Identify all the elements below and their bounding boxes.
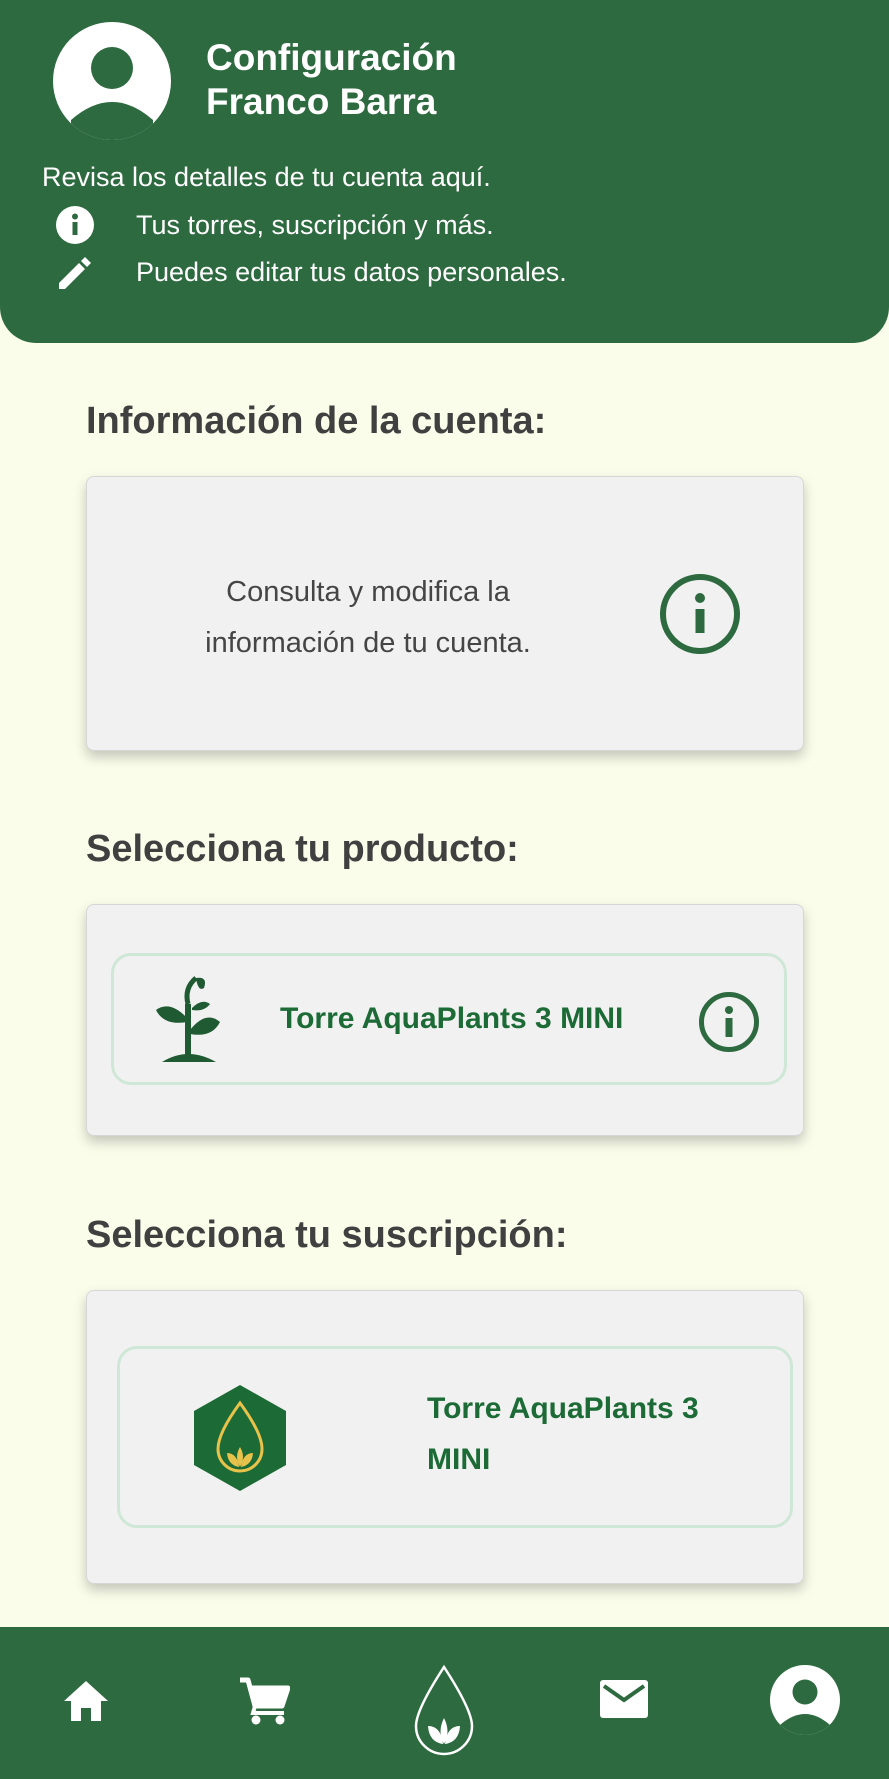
profile-icon[interactable] bbox=[770, 1665, 840, 1735]
cart-icon[interactable] bbox=[234, 1671, 294, 1731]
page-title-line1: Configuración bbox=[206, 37, 457, 78]
pencil-icon bbox=[54, 251, 96, 293]
subscription-card: Torre AquaPlants 3 MINI bbox=[86, 1290, 804, 1584]
product-name: Torre AquaPlants 3 MINI bbox=[280, 1002, 624, 1035]
header-info-row: Tus torres, suscripción y más. bbox=[54, 204, 494, 246]
account-info-card[interactable]: Consulta y modifica la información de tu… bbox=[86, 476, 804, 751]
user-name: Franco Barra bbox=[206, 81, 437, 122]
account-section-title: Información de la cuenta: bbox=[86, 400, 547, 442]
header-subtitle: Revisa los detalles de tu cuenta aquí. bbox=[42, 162, 491, 192]
product-info-icon[interactable] bbox=[699, 992, 759, 1052]
product-section-title: Selecciona tu producto: bbox=[86, 828, 519, 870]
product-card: Torre AquaPlants 3 MINI bbox=[86, 904, 804, 1136]
header-info-text: Tus torres, suscripción y más. bbox=[136, 209, 494, 240]
subscription-name: Torre AquaPlants 3 MINI bbox=[427, 1392, 699, 1476]
account-info-icon[interactable] bbox=[660, 574, 740, 654]
page-title: Configuración Franco Barra bbox=[206, 36, 457, 124]
header-edit-row: Puedes editar tus datos personales. bbox=[54, 251, 567, 293]
home-icon[interactable] bbox=[58, 1673, 114, 1729]
mail-icon[interactable] bbox=[598, 1677, 650, 1721]
drop-leaf-icon[interactable] bbox=[412, 1661, 476, 1761]
product-item[interactable]: Torre AquaPlants 3 MINI bbox=[111, 953, 787, 1085]
plant-icon bbox=[154, 974, 224, 1071]
settings-header: Configuración Franco Barra Revisa los de… bbox=[0, 0, 889, 343]
header-edit-text: Puedes editar tus datos personales. bbox=[136, 256, 567, 287]
subscription-badge-icon bbox=[190, 1383, 290, 1498]
user-avatar-icon[interactable] bbox=[53, 22, 171, 140]
bottom-navigation bbox=[0, 1627, 889, 1779]
info-icon bbox=[54, 204, 96, 246]
subscription-item[interactable]: Torre AquaPlants 3 MINI bbox=[117, 1346, 793, 1528]
subscription-section-title: Selecciona tu suscripción: bbox=[86, 1214, 568, 1256]
account-card-text: Consulta y modifica la información de tu… bbox=[205, 576, 531, 659]
